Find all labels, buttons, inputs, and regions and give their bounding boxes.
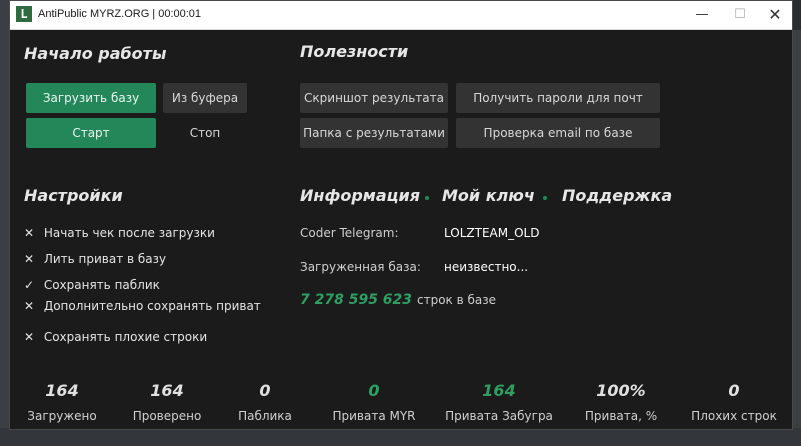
option-push-private-to-db[interactable]: ✕ Лить приват в базу (24, 252, 166, 266)
from-clipboard-button[interactable]: Из буфера (163, 83, 247, 113)
stat-private-percent-value: 100% (596, 381, 646, 400)
load-db-button[interactable]: Загрузить базу (26, 83, 156, 113)
utilities-section-title: Полезности (300, 42, 409, 61)
results-folder-button[interactable]: Папка с результатами (300, 118, 448, 148)
start-button[interactable]: Старт (26, 118, 156, 148)
checkmark-icon: ✓ (24, 278, 35, 292)
stat-loaded-label: Загружено (27, 409, 97, 423)
tab-information[interactable]: Информация (300, 186, 420, 205)
background-app-edge (0, 0, 9, 446)
coder-telegram-label: Coder Telegram: (300, 226, 399, 240)
tab-my-key[interactable]: Мой ключ (442, 186, 535, 205)
window-content: Начало работы Загрузить базу Из буфера С… (10, 29, 792, 429)
db-lines-count: 7 278 595 623 (300, 292, 413, 308)
screenshot-result-button[interactable]: Скриншот результата (300, 83, 448, 113)
stat-bad-lines-label: Плохих строк (691, 409, 777, 423)
option-label: Лить приват в базу (43, 252, 167, 266)
background-app-edge-right (793, 30, 801, 446)
coder-telegram-value: LOLZTEAM_OLD (444, 226, 540, 240)
unchecked-x-icon: ✕ (24, 299, 35, 313)
title-bar: L AntiPublic MYRZ.ORG | 00:00:01 — ☐ ✕ (10, 1, 792, 30)
option-save-public[interactable]: ✓ Сохранять паблик (24, 278, 160, 292)
option-save-bad-lines[interactable]: ✕ Сохранять плохие строки (24, 330, 207, 344)
background-app-bottom (0, 428, 801, 446)
unchecked-x-icon: ✕ (24, 252, 35, 266)
loaded-db-label: Загруженная база: (300, 260, 421, 274)
minimize-button[interactable]: — (682, 1, 722, 29)
separator-dot (425, 196, 429, 200)
stat-private-foreign-label: Привата Забугра (445, 409, 553, 423)
stat-public-value: 0 (259, 381, 271, 400)
loaded-db-value: неизвестно... (444, 260, 529, 274)
separator-dot (543, 196, 547, 200)
db-lines-label: строк в базе (417, 293, 497, 307)
close-button[interactable]: ✕ (755, 1, 795, 29)
stat-private-percent-label: Привата, % (584, 409, 658, 423)
stat-private-myr-value: 0 (368, 381, 380, 400)
window-title: AntiPublic MYRZ.ORG | 00:00:01 (38, 8, 202, 20)
maximize-button[interactable]: ☐ (720, 1, 760, 29)
unchecked-x-icon: ✕ (24, 226, 35, 240)
option-label: Сохранять плохие строки (43, 330, 208, 344)
option-label: Дополнительно сохранять приват (43, 299, 261, 313)
option-start-check-after-load[interactable]: ✕ Начать чек после загрузки (24, 226, 215, 240)
stat-private-foreign-value: 164 (482, 381, 516, 400)
stat-public-label: Паблика (238, 409, 292, 423)
app-logo-icon: L (16, 6, 32, 22)
get-mail-passwords-button[interactable]: Получить пароли для почт (456, 83, 660, 113)
stat-loaded-value: 164 (45, 381, 79, 400)
stat-checked-value: 164 (150, 381, 184, 400)
settings-section-title: Настройки (24, 186, 123, 205)
tab-support[interactable]: Поддержка (562, 186, 672, 205)
stat-bad-lines-value: 0 (728, 381, 740, 400)
stat-private-myr-label: Привата MYR (332, 409, 416, 423)
unchecked-x-icon: ✕ (24, 330, 35, 344)
main-window: L AntiPublic MYRZ.ORG | 00:00:01 — ☐ ✕ Н… (9, 0, 793, 430)
option-label: Начать чек после загрузки (43, 226, 215, 240)
check-email-button[interactable]: Проверка email по базе (456, 118, 660, 148)
option-save-private-extra[interactable]: ✕ Дополнительно сохранять приват (24, 299, 261, 313)
start-section-title: Начало работы (24, 44, 167, 63)
stop-button[interactable]: Стоп (163, 118, 247, 148)
option-label: Сохранять паблик (43, 278, 160, 292)
